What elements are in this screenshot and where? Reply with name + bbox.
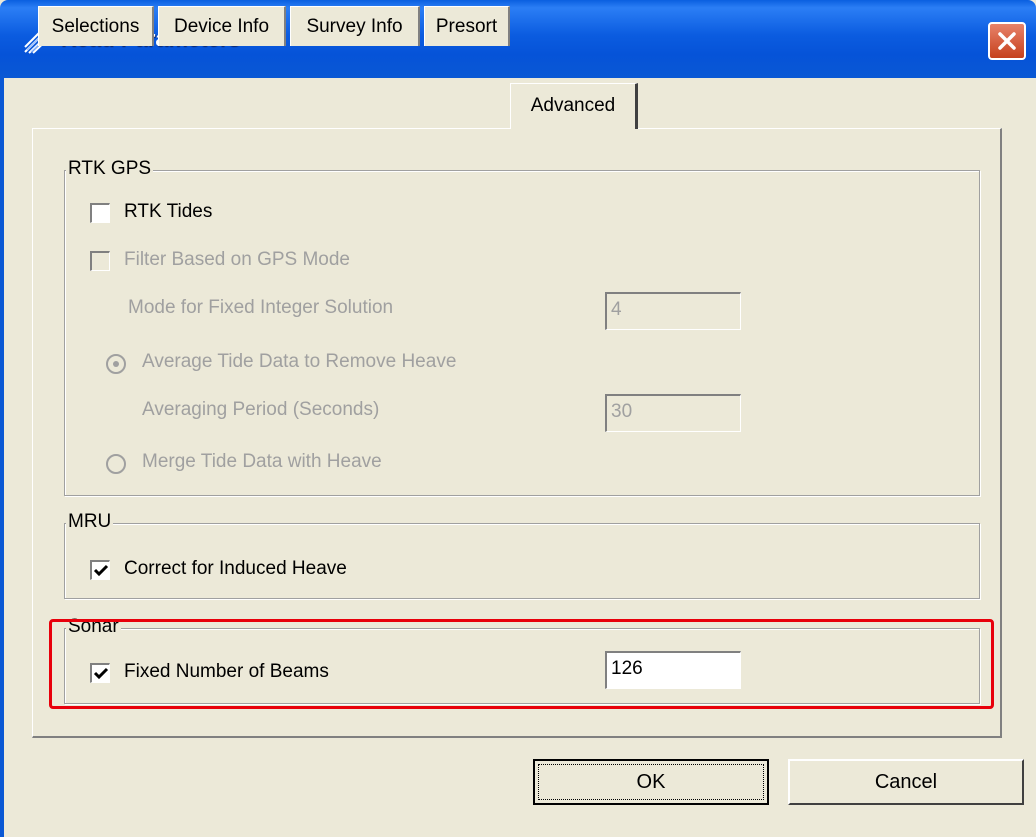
averaging-period-input[interactable]: 30 [605, 394, 741, 432]
tab-advanced[interactable]: Advanced [510, 83, 638, 129]
title-bar[interactable]: Read Parameters [0, 0, 1036, 78]
sonar-highlight-box [49, 619, 994, 709]
induced-heave-label[interactable]: Correct for Induced Heave [124, 558, 347, 580]
focus-rect [538, 764, 764, 800]
rtk-gps-group-title: RTK GPS [66, 158, 154, 180]
ok-button[interactable]: OK [533, 759, 769, 805]
rtk-tides-label[interactable]: RTK Tides [124, 201, 212, 223]
cancel-button[interactable]: Cancel [788, 759, 1024, 805]
tab-selections[interactable]: Selections [38, 6, 154, 46]
read-parameters-dialog: Read Parameters Selections Device Info S… [0, 0, 1036, 837]
filter-gps-mode-label[interactable]: Filter Based on GPS Mode [124, 249, 350, 271]
fixed-integer-mode-input[interactable]: 4 [605, 292, 741, 330]
fixed-integer-mode-label: Mode for Fixed Integer Solution [128, 297, 394, 318]
tab-survey-info[interactable]: Survey Info [290, 6, 420, 46]
rtk-tides-checkbox[interactable] [90, 203, 110, 223]
averaging-period-label: Averaging Period (Seconds) [142, 399, 380, 420]
close-button[interactable] [988, 22, 1026, 60]
induced-heave-checkbox[interactable] [90, 560, 110, 580]
radio-selected-dot [113, 361, 119, 367]
merge-tide-label[interactable]: Merge Tide Data with Heave [142, 451, 382, 473]
checkmark-icon [93, 564, 109, 577]
window-frame-left [0, 78, 4, 837]
merge-tide-radio[interactable] [106, 454, 126, 474]
close-icon [998, 32, 1016, 50]
average-tide-radio[interactable] [106, 354, 126, 374]
cancel-button-label: Cancel [874, 771, 938, 793]
filter-gps-mode-checkbox[interactable] [90, 251, 110, 271]
average-tide-label[interactable]: Average Tide Data to Remove Heave [142, 351, 456, 373]
mru-group-title: MRU [66, 511, 114, 533]
tab-device-info[interactable]: Device Info [158, 6, 286, 46]
tab-presort[interactable]: Presort [424, 6, 510, 46]
